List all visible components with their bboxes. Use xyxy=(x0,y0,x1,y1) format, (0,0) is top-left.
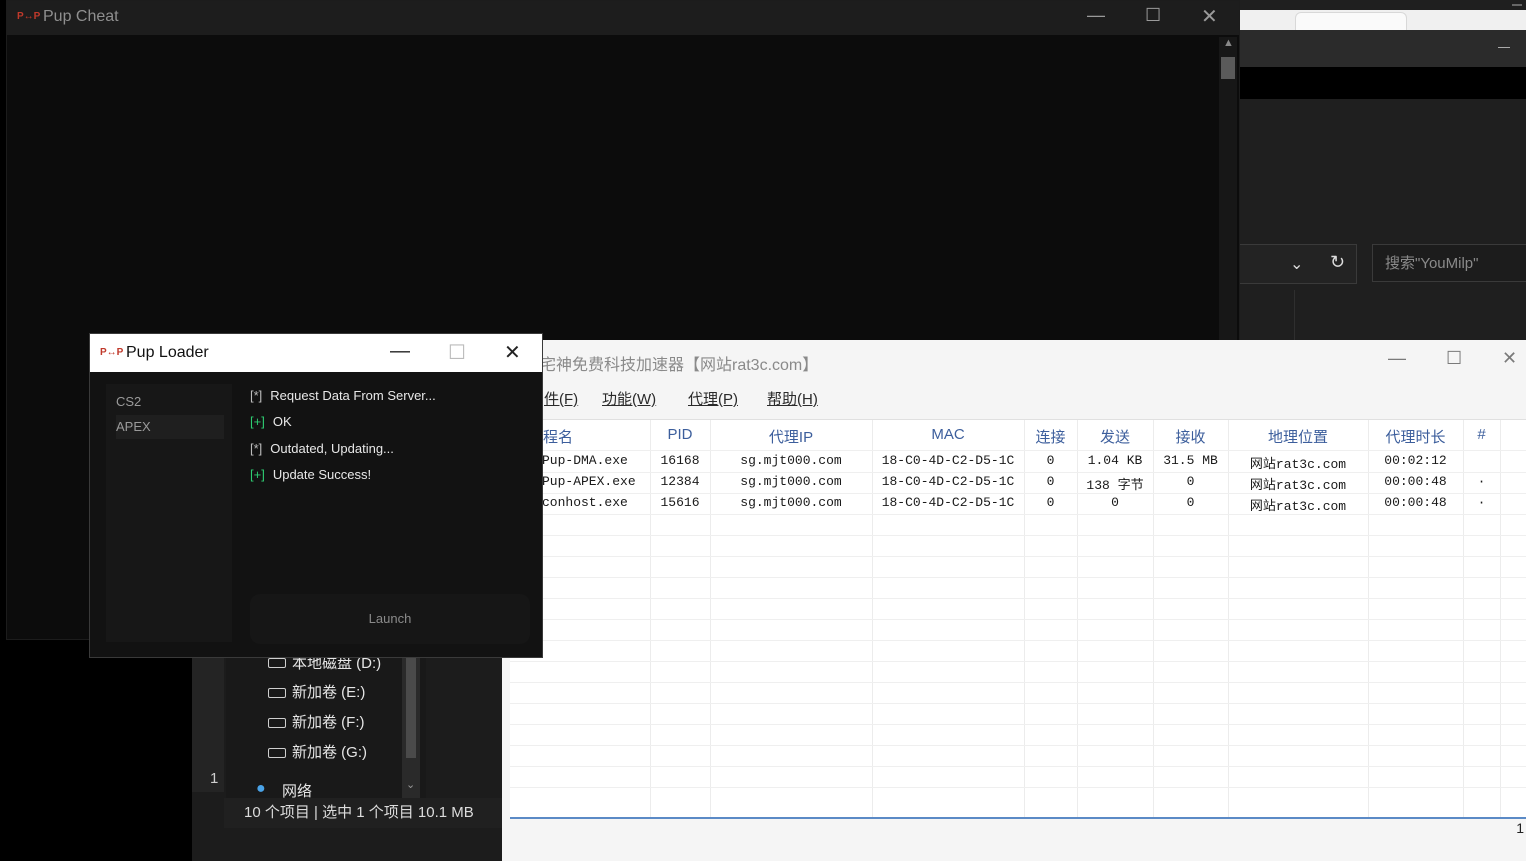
menu-proxy[interactable]: 代理(P) xyxy=(688,388,738,409)
refresh-icon[interactable]: ↻ xyxy=(1330,252,1345,273)
tab-cs2[interactable]: CS2 xyxy=(116,390,224,414)
column-header-duration[interactable]: 代理时长 xyxy=(1368,426,1463,447)
browser-tab-strip xyxy=(1240,4,1526,31)
table-cell[interactable]: Pup-DMA.exe xyxy=(542,453,628,468)
app-logo-icon: P↔P xyxy=(17,11,41,22)
table-cell[interactable]: 网站rat3c.com xyxy=(1228,453,1368,472)
game-sidebar: CS2 APEX xyxy=(106,384,232,642)
vertical-scrollbar[interactable]: ⌄ xyxy=(402,640,420,800)
column-header-connections[interactable]: 连接 xyxy=(1024,426,1077,447)
divider xyxy=(1294,290,1295,340)
table-cell[interactable]: 18-C0-4D-C2-D5-1C xyxy=(872,474,1024,489)
table-cell[interactable]: 0 xyxy=(1024,453,1077,468)
chevron-down-icon[interactable]: ⌄ xyxy=(1290,254,1303,274)
table-cell[interactable]: · xyxy=(1463,495,1500,510)
window-title: Pup Cheat xyxy=(43,8,119,25)
table-cell[interactable]: conhost.exe xyxy=(542,495,628,510)
maximize-icon[interactable]: ☐ xyxy=(448,340,466,365)
table-cell[interactable]: 138 字节 xyxy=(1077,474,1153,493)
log-line: [+] OK xyxy=(250,414,292,429)
menu-function[interactable]: 功能(W) xyxy=(602,388,656,409)
table-cell[interactable]: 网站rat3c.com xyxy=(1228,495,1368,514)
table-cell[interactable]: 00:02:12 xyxy=(1368,453,1463,468)
accelerator-window: 宅神免费科技加速器【网站rat3c.com】 — ☐ ✕ 件(F) 功能(W) … xyxy=(502,340,1526,861)
column-header-mac[interactable]: MAC xyxy=(872,426,1024,443)
column-header-sent[interactable]: 发送 xyxy=(1077,426,1153,447)
page-number: 1 xyxy=(1516,820,1524,836)
browser-tab[interactable] xyxy=(1295,12,1407,31)
table-cell[interactable]: 0 xyxy=(1024,495,1077,510)
column-header-pid[interactable]: PID xyxy=(650,426,710,443)
title-bar[interactable]: P↔P Pup Cheat — ☐ ✕ xyxy=(7,1,1239,35)
menu-help[interactable]: 帮助(H) xyxy=(767,388,818,409)
maximize-icon[interactable]: ☐ xyxy=(1145,5,1161,26)
column-header-process[interactable]: 程名 xyxy=(538,426,578,447)
table-cell[interactable]: 1.04 KB xyxy=(1077,453,1153,468)
table-cell[interactable]: sg.mjt000.com xyxy=(710,453,872,468)
minimize-icon[interactable]: — xyxy=(1388,348,1406,369)
nav-item-drive-g[interactable]: 新加卷 (G:) xyxy=(292,741,367,762)
table-cell[interactable]: 12384 xyxy=(650,474,710,489)
minimize-icon[interactable]: — xyxy=(390,340,410,363)
address-bar[interactable]: ⌄ ↻ xyxy=(1240,244,1357,284)
scroll-up-icon[interactable]: ▲ xyxy=(1223,37,1234,49)
log-line: [*] Outdated, Updating... xyxy=(250,441,394,456)
menu-file[interactable]: 件(F) xyxy=(544,388,578,409)
table-cell[interactable]: Pup-APEX.exe xyxy=(542,474,636,489)
page-number: 1 xyxy=(210,770,219,787)
table-cell[interactable]: 0 xyxy=(1153,474,1228,489)
background-browser-window: ⌄ ↻ 搜索"YouMilp" xyxy=(1240,0,1526,340)
status-bar: 10 个项目 | 选中 1 个项目 10.1 MB xyxy=(224,798,502,828)
window-title: 宅神免费科技加速器【网站rat3c.com】 xyxy=(540,357,819,374)
browser-bar xyxy=(1240,67,1526,99)
table-cell[interactable]: 00:00:48 xyxy=(1368,474,1463,489)
scrollbar-thumb[interactable] xyxy=(1221,57,1235,79)
close-icon[interactable]: ✕ xyxy=(1502,348,1517,369)
launch-button[interactable]: Launch xyxy=(250,594,530,644)
table-cell[interactable]: 16168 xyxy=(650,453,710,468)
column-header-location[interactable]: 地理位置 xyxy=(1228,426,1368,447)
table-cell[interactable]: 15616 xyxy=(650,495,710,510)
maximize-icon[interactable]: ☐ xyxy=(1446,348,1462,369)
browser-toolbar xyxy=(1240,30,1526,67)
column-header-received[interactable]: 接收 xyxy=(1153,426,1228,447)
table-cell[interactable]: sg.mjt000.com xyxy=(710,474,872,489)
title-bar[interactable]: P↔P Pup Loader — ☐ ✕ xyxy=(90,334,542,372)
column-header-proxy-ip[interactable]: 代理IP xyxy=(710,426,872,447)
file-explorer-window: 1 本地磁盘 (D:) 新加卷 (E:) 新加卷 (F:) 新加卷 (G:) ●… xyxy=(192,640,502,861)
nav-item-drive-e[interactable]: 新加卷 (E:) xyxy=(292,681,365,702)
log-line: [*] Request Data From Server... xyxy=(250,388,436,403)
column-header-hash[interactable]: # xyxy=(1463,426,1500,443)
minimize-icon[interactable] xyxy=(1498,47,1510,48)
table-cell[interactable]: 00:00:48 xyxy=(1368,495,1463,510)
network-icon: ● xyxy=(256,780,266,797)
table-cell[interactable]: 0 xyxy=(1153,495,1228,510)
drive-icon xyxy=(268,748,286,758)
close-icon[interactable]: ✕ xyxy=(504,340,521,365)
table-cell[interactable]: 18-C0-4D-C2-D5-1C xyxy=(872,495,1024,510)
table-cell[interactable]: 网站rat3c.com xyxy=(1228,474,1368,493)
close-icon[interactable]: ✕ xyxy=(1201,4,1218,29)
log-line: [+] Update Success! xyxy=(250,467,372,482)
minimize-icon[interactable]: — xyxy=(1087,5,1105,26)
nav-item-drive-f[interactable]: 新加卷 (F:) xyxy=(292,711,365,732)
table-cell[interactable]: sg.mjt000.com xyxy=(710,495,872,510)
table-cell[interactable]: 0 xyxy=(1077,495,1153,510)
chevron-down-icon[interactable]: ⌄ xyxy=(406,778,415,791)
drive-icon xyxy=(268,718,286,728)
table-cell[interactable]: 31.5 MB xyxy=(1153,453,1228,468)
window-title: Pup Loader xyxy=(126,344,209,361)
drive-icon xyxy=(268,688,286,698)
search-input[interactable]: 搜索"YouMilp" xyxy=(1372,244,1526,282)
table-cell[interactable]: 0 xyxy=(1024,474,1077,489)
minimize-icon[interactable] xyxy=(1512,4,1522,6)
explorer-left-column xyxy=(192,640,224,792)
table-cell[interactable]: · xyxy=(1463,474,1500,489)
app-logo-icon: P↔P xyxy=(100,347,124,358)
pup-loader-window: P↔P Pup Loader — ☐ ✕ CS2 APEX [*] Request… xyxy=(89,333,543,658)
tab-apex[interactable]: APEX xyxy=(116,415,224,439)
table-cell[interactable]: 18-C0-4D-C2-D5-1C xyxy=(872,453,1024,468)
connection-table: 程名 PID 代理IP MAC 连接 发送 接收 地理位置 代理时长 # Pup… xyxy=(510,419,1526,819)
drive-icon xyxy=(268,658,286,668)
